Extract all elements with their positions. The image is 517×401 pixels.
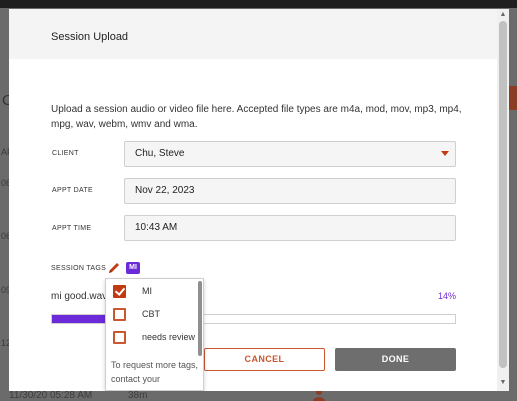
session-tags-label: SESSION TAGS bbox=[51, 265, 107, 272]
scrollbar-thumb[interactable] bbox=[499, 21, 507, 368]
session-upload-modal: Session Upload ▲ ▼ Upload a session audi… bbox=[9, 9, 509, 391]
uploaded-file-name: mi good.wav bbox=[51, 291, 108, 302]
client-select-value: Chu, Steve bbox=[135, 148, 185, 159]
scroll-down-arrow-icon[interactable]: ▼ bbox=[498, 379, 508, 387]
background-topbar bbox=[0, 0, 517, 8]
appt-time-field[interactable]: 10:43 AM bbox=[124, 215, 456, 241]
selected-tag-chip[interactable]: MI bbox=[126, 262, 140, 274]
checkbox-empty-icon[interactable] bbox=[113, 331, 126, 344]
tag-option-label: CBT bbox=[142, 309, 160, 319]
session-tags-dropdown: MI CBT needs review To request more tags… bbox=[105, 278, 204, 391]
background-session-date: 11/30/20 05:28 AM bbox=[9, 390, 93, 401]
background-accent-tab bbox=[508, 86, 517, 110]
tag-option-mi[interactable]: MI bbox=[111, 283, 196, 301]
modal-header: Session Upload bbox=[9, 9, 497, 59]
done-button[interactable]: DONE bbox=[335, 348, 456, 371]
client-select[interactable]: Chu, Steve bbox=[124, 141, 456, 167]
tag-option-label: needs review bbox=[142, 332, 196, 342]
client-label: CLIENT bbox=[52, 150, 79, 157]
scroll-up-arrow-icon[interactable]: ▲ bbox=[498, 11, 508, 19]
request-tags-note: To request more tags, contact your bbox=[111, 360, 199, 384]
chevron-down-icon bbox=[441, 151, 449, 156]
dropdown-scrollbar[interactable] bbox=[198, 281, 202, 356]
checkbox-empty-icon[interactable] bbox=[113, 308, 126, 321]
modal-title: Session Upload bbox=[51, 31, 129, 43]
appt-date-field[interactable]: Nov 22, 2023 bbox=[124, 178, 456, 204]
upload-progress-fill bbox=[52, 315, 108, 323]
background-session-duration: 38m bbox=[128, 390, 148, 401]
appt-time-label: APPT TIME bbox=[52, 225, 92, 232]
pencil-icon[interactable] bbox=[107, 261, 121, 275]
upload-progress-percent: 14% bbox=[437, 291, 456, 301]
appt-time-value: 10:43 AM bbox=[135, 222, 178, 233]
cancel-button[interactable]: CANCEL bbox=[204, 348, 325, 371]
tag-option-needs-review[interactable]: needs review bbox=[111, 329, 196, 347]
appt-date-label: APPT DATE bbox=[52, 187, 93, 194]
upload-description: Upload a session audio or video file her… bbox=[51, 104, 462, 130]
tag-option-cbt[interactable]: CBT bbox=[111, 306, 196, 324]
tag-option-label: MI bbox=[142, 286, 152, 296]
checkbox-checked-icon[interactable] bbox=[113, 285, 126, 298]
modal-scrollbar[interactable]: ▲ ▼ bbox=[497, 9, 509, 391]
appt-date-value: Nov 22, 2023 bbox=[135, 185, 195, 196]
